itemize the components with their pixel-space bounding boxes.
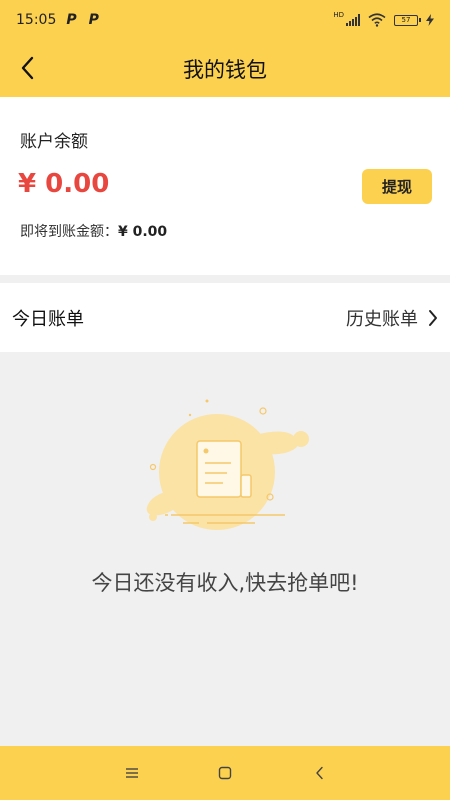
- pending-value: ¥ 0.00: [118, 224, 168, 240]
- pending-label: 即将到账金额：: [20, 224, 118, 240]
- balance-label: 账户余额: [20, 132, 88, 152]
- nav-back-button[interactable]: [308, 761, 332, 785]
- wifi-icon: [368, 13, 386, 27]
- status-right-icons: HD 57: [333, 11, 434, 27]
- title-bar: 我的钱包: [0, 40, 450, 97]
- menu-icon: [126, 768, 138, 778]
- empty-receipt-illustration-icon: [146, 399, 309, 530]
- home-button[interactable]: [213, 761, 237, 785]
- withdraw-button[interactable]: 提现: [362, 169, 432, 204]
- today-bill-label: 今日账单: [12, 308, 84, 330]
- system-nav-bar: [0, 746, 450, 800]
- empty-state: 今日还没有收入,快去抢单吧!: [0, 352, 450, 746]
- back-button[interactable]: [8, 48, 48, 88]
- charging-bolt-icon: [426, 14, 434, 26]
- history-bill-link[interactable]: 历史账单: [346, 305, 438, 331]
- balance-amount: ¥ 0.00: [18, 169, 110, 199]
- back-arrow-icon: [316, 766, 323, 780]
- notification-p-icon: P: [88, 12, 99, 28]
- pending-amount: 即将到账金额：¥ 0.00: [20, 221, 167, 241]
- hd-label: HD: [333, 11, 344, 19]
- square-home-icon: [218, 766, 232, 780]
- chevron-left-icon: [21, 56, 34, 80]
- status-time: 15:05: [16, 12, 57, 28]
- chevron-right-icon: [429, 309, 437, 326]
- status-bar: 15:05 P P HD 57: [0, 0, 450, 40]
- balance-card: 账户余额 ¥ 0.00 提现 即将到账金额：¥ 0.00: [0, 97, 450, 275]
- empty-message: 今日还没有收入,快去抢单吧!: [91, 571, 359, 595]
- history-bill-label: 历史账单: [346, 308, 418, 330]
- notification-p-icon: P: [66, 12, 77, 28]
- bill-row: 今日账单 历史账单: [0, 283, 450, 352]
- battery-icon: 57: [394, 14, 421, 26]
- page-title: 我的钱包: [183, 57, 267, 82]
- signal-icon: [346, 14, 360, 26]
- menu-button[interactable]: [120, 761, 144, 785]
